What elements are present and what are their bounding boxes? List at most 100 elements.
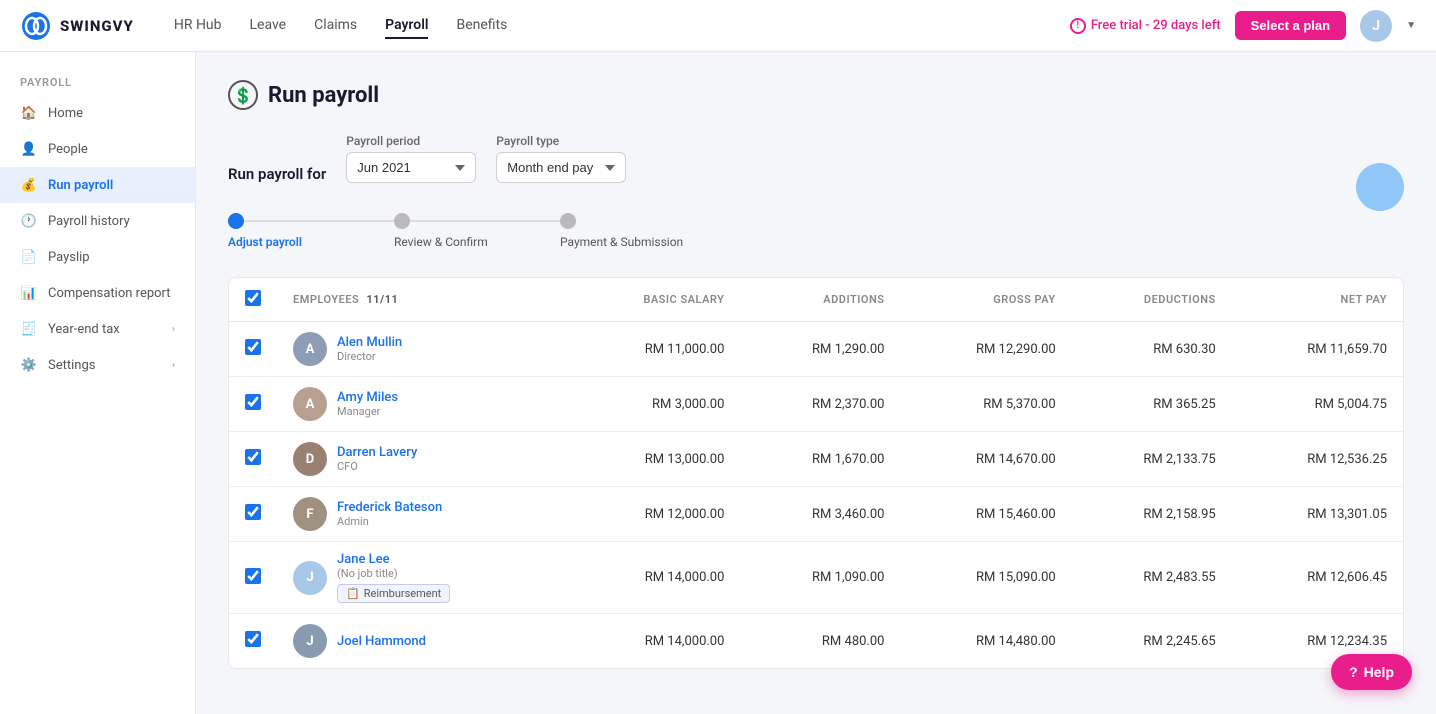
step-adjust-payroll: Adjust payroll	[228, 213, 394, 249]
chevron-down-icon[interactable]: ▼	[1406, 20, 1416, 31]
page-title: Run payroll	[268, 83, 379, 108]
step-label: Payment & Submission	[560, 235, 683, 249]
clock-icon: !	[1070, 18, 1086, 34]
nav-leave[interactable]: Leave	[250, 13, 287, 39]
table-row: JJane Lee(No job title)📋ReimbursementRM …	[229, 542, 1403, 614]
row-checkbox-cell	[229, 614, 277, 669]
row-checkbox[interactable]	[245, 339, 261, 355]
employee-cell: JJoel Hammond	[277, 614, 567, 669]
employee-cell: AAlen MullinDirector	[277, 322, 567, 377]
sidebar-item-label: Payroll history	[48, 214, 175, 229]
payroll-type-group: Payroll type Month end pay	[496, 134, 626, 183]
gross-pay-cell: RM 14,480.00	[900, 614, 1071, 669]
help-button[interactable]: ? Help	[1331, 654, 1412, 690]
gross-pay-cell: RM 12,290.00	[900, 322, 1071, 377]
employee-title: Manager	[337, 405, 398, 418]
sidebar-item-settings[interactable]: ⚙️ Settings ›	[0, 347, 195, 383]
employees-count: 11/11	[366, 293, 398, 306]
basic-salary-cell: RM 14,000.00	[567, 614, 740, 669]
basic-salary-cell: RM 13,000.00	[567, 432, 740, 487]
page-title-row: 💲 Run payroll	[228, 80, 1404, 110]
gross-pay-cell: RM 14,670.00	[900, 432, 1071, 487]
help-label: Help	[1364, 664, 1394, 680]
logo[interactable]: SWINGVY	[20, 10, 134, 42]
chevron-right-icon: ›	[172, 360, 175, 371]
sidebar-item-year-end-tax[interactable]: 🧾 Year-end tax ›	[0, 311, 195, 347]
row-checkbox-cell	[229, 432, 277, 487]
employee-name[interactable]: Jane Lee	[337, 552, 450, 567]
sidebar-item-label: Settings	[48, 358, 162, 373]
additions-cell: RM 1,670.00	[740, 432, 900, 487]
sidebar: PAYROLL 🏠 Home 👤 People 💰 Run payroll 🕐 …	[0, 52, 196, 714]
sidebar-section-label: PAYROLL	[0, 68, 195, 95]
step-connector	[410, 220, 560, 222]
sidebar-item-people[interactable]: 👤 People	[0, 131, 195, 167]
step-label[interactable]: Adjust payroll	[228, 235, 302, 249]
payslip-icon: 📄	[20, 248, 38, 266]
avatar[interactable]: J	[1360, 10, 1392, 42]
employee-cell: DDarren LaveryCFO	[277, 432, 567, 487]
sidebar-item-label: People	[48, 142, 175, 157]
payroll-type-label: Payroll type	[496, 134, 626, 148]
avatar: A	[293, 332, 327, 366]
net-pay-column-header: NET PAY	[1232, 278, 1403, 322]
payroll-period-label: Payroll period	[346, 134, 476, 148]
step-dot	[228, 213, 244, 229]
additions-cell: RM 1,290.00	[740, 322, 900, 377]
top-nav: SWINGVY HR Hub Leave Claims Payroll Bene…	[0, 0, 1436, 52]
deductions-cell: RM 2,245.65	[1072, 614, 1232, 669]
basic-salary-cell: RM 11,000.00	[567, 322, 740, 377]
gross-pay-cell: RM 5,370.00	[900, 377, 1071, 432]
avatar: A	[293, 387, 327, 421]
chevron-right-icon: ›	[172, 324, 175, 335]
nav-payroll[interactable]: Payroll	[385, 13, 428, 39]
sidebar-item-compensation-report[interactable]: 📊 Compensation report	[0, 275, 195, 311]
row-checkbox[interactable]	[245, 394, 261, 410]
employee-name[interactable]: Frederick Bateson	[337, 500, 442, 515]
home-icon: 🏠	[20, 104, 38, 122]
payroll-config: Run payroll for Payroll period Jun 2021 …	[228, 134, 1404, 183]
employees-table: EMPLOYEES 11/11 BASIC SALARY ADDITIONS G…	[229, 278, 1403, 668]
row-checkbox[interactable]	[245, 504, 261, 520]
step-payment-submission: Payment & Submission	[560, 213, 683, 249]
row-checkbox-cell	[229, 322, 277, 377]
net-pay-cell: RM 13,301.05	[1232, 487, 1403, 542]
row-checkbox[interactable]	[245, 568, 261, 584]
sidebar-item-payroll-history[interactable]: 🕐 Payroll history	[0, 203, 195, 239]
select-plan-button[interactable]: Select a plan	[1235, 11, 1346, 40]
trial-badge: ! Free trial - 29 days left	[1070, 18, 1221, 34]
employee-cell: A Amy MilesManager	[277, 377, 567, 432]
sidebar-item-payslip[interactable]: 📄 Payslip	[0, 239, 195, 275]
nav-hr-hub[interactable]: HR Hub	[174, 13, 222, 39]
row-checkbox[interactable]	[245, 449, 261, 465]
employee-title: Admin	[337, 515, 442, 528]
payroll-type-select[interactable]: Month end pay	[496, 152, 626, 183]
employee-name[interactable]: Amy Miles	[337, 390, 398, 405]
table-row: FFrederick BatesonAdminRM 12,000.00RM 3,…	[229, 487, 1403, 542]
net-pay-cell: RM 12,536.25	[1232, 432, 1403, 487]
nav-links: HR Hub Leave Claims Payroll Benefits	[174, 13, 1070, 39]
employee-title: (No job title)	[337, 567, 450, 580]
people-icon: 👤	[20, 140, 38, 158]
sidebar-item-run-payroll[interactable]: 💰 Run payroll	[0, 167, 195, 203]
history-icon: 🕐	[20, 212, 38, 230]
additions-cell: RM 3,460.00	[740, 487, 900, 542]
nav-benefits[interactable]: Benefits	[456, 13, 507, 39]
employees-column-header: EMPLOYEES 11/11	[277, 278, 567, 322]
sidebar-item-label: Year-end tax	[48, 322, 162, 337]
select-all-header	[229, 278, 277, 322]
row-checkbox[interactable]	[245, 631, 261, 647]
employee-name[interactable]: Alen Mullin	[337, 335, 402, 350]
employee-name[interactable]: Darren Lavery	[337, 445, 417, 460]
select-all-checkbox[interactable]	[245, 290, 261, 306]
payroll-period-select[interactable]: Jun 2021	[346, 152, 476, 183]
nav-claims[interactable]: Claims	[314, 13, 357, 39]
blue-circle-decoration	[1356, 163, 1404, 211]
progress-steps: Adjust payroll Review & Confirm Payment …	[228, 213, 1404, 249]
table-row: JJoel HammondRM 14,000.00RM 480.00RM 14,…	[229, 614, 1403, 669]
employee-name[interactable]: Joel Hammond	[337, 634, 426, 649]
sidebar-item-home[interactable]: 🏠 Home	[0, 95, 195, 131]
reimbursement-badge: 📋Reimbursement	[337, 584, 450, 603]
net-pay-cell: RM 5,004.75	[1232, 377, 1403, 432]
additions-column-header: ADDITIONS	[740, 278, 900, 322]
